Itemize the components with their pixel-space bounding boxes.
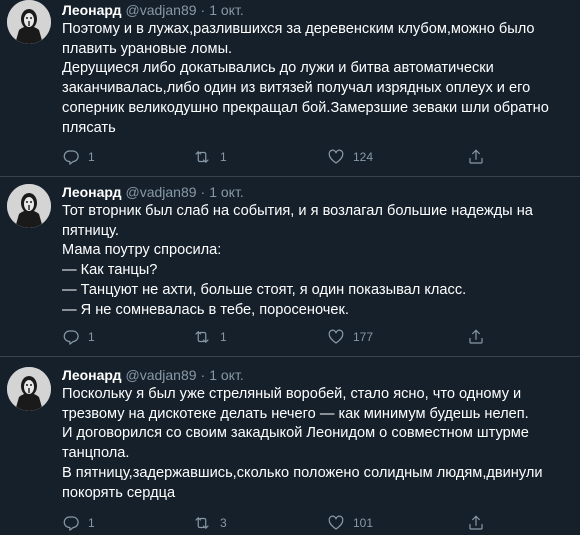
author-handle[interactable]: @vadjan89: [126, 2, 197, 18]
tweet-paragraph: Дерущиеся либо докатывались до лужи и би…: [62, 60, 549, 136]
separator-dot: ·: [200, 367, 206, 383]
share-button[interactable]: [467, 328, 485, 346]
author-handle[interactable]: @vadjan89: [126, 367, 197, 383]
tweet-paragraph: В пятницу,задержавшись,сколько положено …: [62, 464, 543, 501]
tweet-paragraph: Поэтому и в лужах,разлившихся за деревен…: [62, 21, 535, 57]
heart-icon: [328, 329, 344, 344]
retweet-count: 1: [220, 330, 227, 344]
like-count: 177: [353, 330, 374, 344]
author-handle[interactable]: @vadjan89: [126, 184, 197, 200]
masked-figure-avatar-icon: [7, 0, 51, 44]
tweet-text: Тот вторник был слаб на события, и я воз…: [62, 202, 564, 320]
retweet-button[interactable]: 3: [192, 514, 227, 532]
masked-figure-avatar-icon: [7, 367, 51, 411]
tweet-text: Поскольку я был уже стреляный воробей, с…: [62, 385, 564, 503]
avatar[interactable]: [7, 0, 51, 44]
heart-icon: [328, 149, 344, 164]
reply-bubble-icon: [63, 516, 79, 531]
tweet-paragraph: Поскольку я был уже стреляный воробей, с…: [62, 386, 529, 422]
tweet-paragraph: — Как танцы?: [62, 262, 158, 279]
share-upload-icon: [469, 329, 483, 344]
reply-count: 1: [88, 330, 95, 344]
separator-dot: ·: [200, 184, 206, 200]
like-button[interactable]: 101: [327, 514, 373, 532]
tweet-header: Леонард @vadjan89 · 1 окт.: [62, 357, 564, 385]
reply-count: 1: [88, 150, 95, 164]
share-upload-icon: [469, 149, 483, 164]
retweet-button[interactable]: 1: [192, 328, 227, 346]
retweet-count: 1: [220, 150, 227, 164]
masked-figure-avatar-icon: [7, 184, 51, 228]
author-name[interactable]: Леонард: [62, 367, 122, 383]
tweet-header: Леонард @vadjan89 · 1 окт.: [62, 0, 564, 20]
tweet[interactable]: Леонард @vadjan89 · 1 окт. Поскольку я был …: [0, 357, 580, 535]
reply-bubble-icon: [63, 150, 79, 165]
tweet[interactable]: Леонард @vadjan89 · 1 окт. Тот вторник был …: [0, 177, 580, 357]
tweet-actions: 1 1 124: [62, 147, 564, 167]
tweet-date[interactable]: 1 окт.: [209, 184, 244, 200]
retweet-arrows-icon: [195, 517, 209, 529]
tweet-paragraph: И договорился со своим закадыкой Леонидо…: [62, 425, 529, 462]
tweet[interactable]: Леонард @vadjan89 · 1 окт. Поэтому и в лужа…: [0, 0, 580, 177]
tweet-paragraph: Тот вторник был слаб на события, и я воз…: [62, 203, 533, 239]
share-button[interactable]: [467, 148, 485, 166]
share-upload-icon: [469, 515, 483, 530]
tweet-actions: 1 1 177: [62, 327, 564, 347]
tweet-paragraph: — Танцуют не ахти, больше стоят, я один …: [62, 281, 467, 298]
retweet-arrows-icon: [195, 331, 209, 343]
reply-count: 1: [88, 516, 95, 530]
tweet-date[interactable]: 1 окт.: [209, 367, 244, 383]
tweet-actions: 1 3 101: [62, 513, 564, 533]
author-name[interactable]: Леонард: [62, 184, 122, 200]
heart-icon: [328, 515, 344, 530]
avatar[interactable]: [7, 367, 51, 411]
like-count: 101: [353, 516, 374, 530]
reply-bubble-icon: [63, 330, 79, 345]
reply-button[interactable]: 1: [62, 514, 95, 532]
reply-button[interactable]: 1: [62, 328, 95, 346]
tweet-text: Поэтому и в лужах,разлившихся за деревен…: [62, 20, 564, 138]
author-name[interactable]: Леонард: [62, 2, 122, 18]
retweet-button[interactable]: 1: [192, 148, 227, 166]
tweet-feed: Леонард @vadjan89 · 1 окт. Поэтому и в лужа…: [0, 0, 580, 535]
avatar[interactable]: [7, 184, 51, 228]
separator-dot: ·: [200, 2, 206, 18]
tweet-paragraph: Мама поутру спросила:: [62, 242, 222, 259]
share-button[interactable]: [467, 514, 485, 532]
like-button[interactable]: 177: [327, 328, 373, 346]
retweet-count: 3: [220, 516, 227, 530]
like-count: 124: [353, 150, 374, 164]
reply-button[interactable]: 1: [62, 148, 95, 166]
like-button[interactable]: 124: [327, 148, 373, 166]
tweet-date[interactable]: 1 окт.: [209, 2, 244, 18]
tweet-paragraph: — Я не сомневалась в тебе, поросеночек.: [62, 301, 349, 318]
tweet-header: Леонард @vadjan89 · 1 окт.: [62, 177, 564, 202]
retweet-arrows-icon: [195, 151, 209, 163]
